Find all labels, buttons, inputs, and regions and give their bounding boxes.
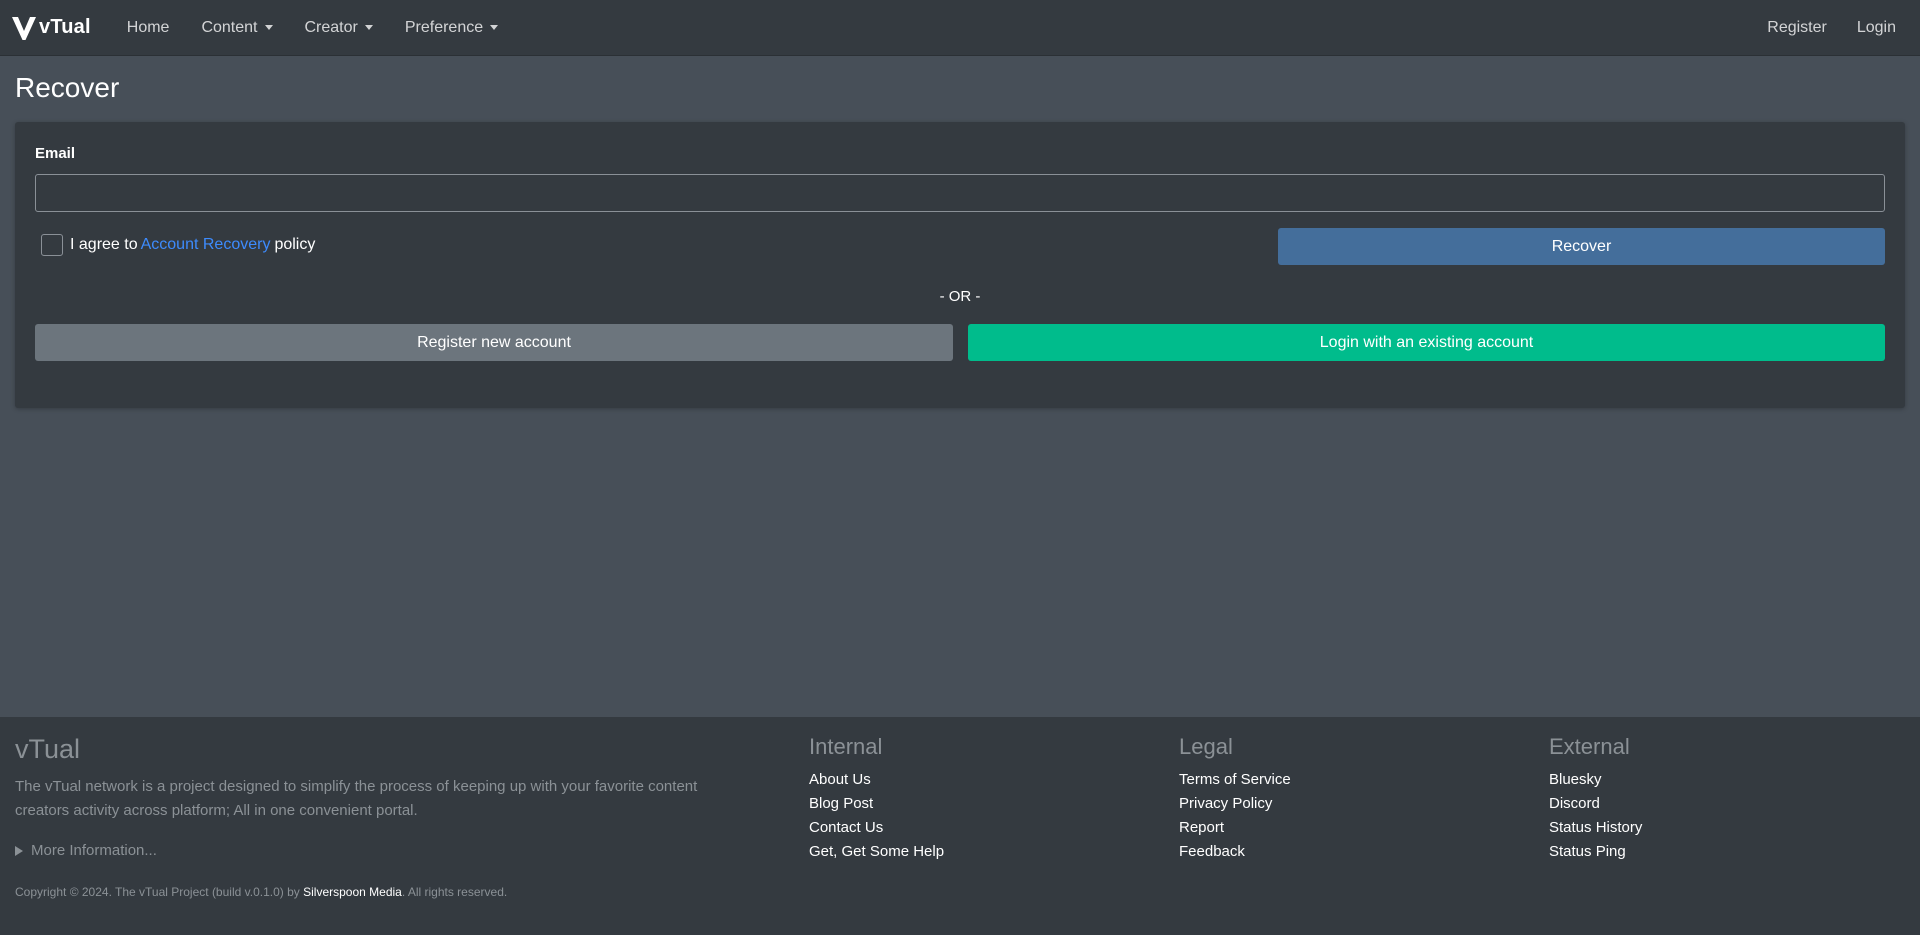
copyright-text: Copyright © 2024. The vTual Project (bui… [15, 885, 507, 899]
footer-link-blog-post[interactable]: Blog Post [809, 792, 944, 816]
register-new-account-button[interactable]: Register new account [35, 324, 953, 361]
nav-menu: Home Content Creator Preference [111, 0, 514, 56]
email-field[interactable] [35, 174, 1885, 212]
silverspoon-media-link[interactable]: Silverspoon Media [303, 885, 402, 899]
page-title: Recover [15, 72, 120, 103]
agree-checkbox[interactable] [41, 234, 63, 256]
more-information-label: More Information... [31, 842, 157, 859]
footer-link-contact-us[interactable]: Contact Us [809, 816, 944, 840]
footer-external-title: External [1549, 734, 1630, 759]
nav-item-label: Content [201, 18, 258, 36]
footer-link-status-history[interactable]: Status History [1549, 816, 1642, 840]
agree-prefix: I agree to [70, 236, 138, 253]
brand-name: vTual [39, 16, 91, 38]
copyright-prefix: Copyright © 2024. The vTual Project (bui… [15, 885, 300, 899]
footer-link-status-ping[interactable]: Status Ping [1549, 840, 1642, 864]
copyright-suffix: . All rights reserved. [401, 885, 508, 899]
footer-link-privacy[interactable]: Privacy Policy [1179, 792, 1291, 816]
footer-brand: vTual [15, 734, 81, 764]
recover-form-card: Email I agree to Account Recovery policy… [15, 122, 1905, 408]
footer-link-bluesky[interactable]: Bluesky [1549, 768, 1642, 792]
top-navbar: vTual Home Content Creator Preference Re… [0, 0, 1920, 56]
nav-item-label: Home [126, 18, 170, 36]
nav-item-preference[interactable]: Preference [389, 0, 514, 56]
nav-login-link[interactable]: Login [1842, 0, 1911, 56]
footer-link-about-us[interactable]: About Us [809, 768, 944, 792]
footer-legal-column: Legal Terms of Service Privacy Policy Re… [1179, 734, 1291, 864]
recover-button[interactable]: Recover [1278, 228, 1885, 265]
caret-down-icon [364, 25, 373, 30]
caret-down-icon [490, 25, 499, 30]
nav-account: Register Login [1752, 0, 1911, 56]
footer-link-terms[interactable]: Terms of Service [1179, 768, 1291, 792]
footer-link-report[interactable]: Report [1179, 816, 1291, 840]
nav-item-content[interactable]: Content [185, 0, 288, 56]
footer-link-discord[interactable]: Discord [1549, 792, 1642, 816]
footer-description: The vTual network is a project designed … [15, 778, 698, 819]
brand-logo-link[interactable]: vTual [10, 14, 91, 42]
login-existing-account-button[interactable]: Login with an existing account [968, 324, 1885, 361]
nav-item-label: Creator [304, 18, 358, 36]
agree-suffix: policy [274, 236, 316, 253]
triangle-right-icon [15, 845, 23, 856]
account-recovery-policy-link[interactable]: Account Recovery [141, 236, 271, 254]
agree-policy-row: I agree to Account Recovery policy [41, 234, 315, 256]
footer-internal-column: Internal About Us Blog Post Contact Us G… [809, 734, 944, 864]
footer-external-column: External Bluesky Discord Status History … [1549, 734, 1642, 864]
or-divider: - OR - [939, 288, 981, 305]
nav-item-creator[interactable]: Creator [289, 0, 389, 56]
nav-item-label: Preference [404, 18, 484, 36]
v-logo-icon [12, 16, 36, 40]
caret-down-icon [264, 25, 273, 30]
email-label: Email [35, 145, 76, 162]
footer-link-get-help[interactable]: Get, Get Some Help [809, 840, 944, 864]
more-information-toggle[interactable]: More Information... [15, 842, 157, 859]
footer-internal-title: Internal [809, 734, 883, 759]
footer-legal-title: Legal [1179, 734, 1233, 759]
nav-item-home[interactable]: Home [111, 0, 186, 56]
nav-register-link[interactable]: Register [1752, 0, 1842, 56]
footer-link-feedback[interactable]: Feedback [1179, 840, 1291, 864]
site-footer: vTual The vTual network is a project des… [0, 717, 1920, 935]
